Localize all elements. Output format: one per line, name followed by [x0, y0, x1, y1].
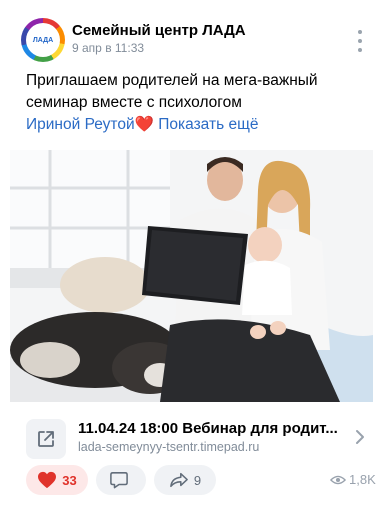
post-actions-bar: 33 9 1,8K [0, 465, 383, 505]
community-name[interactable]: Семейный центр ЛАДА [72, 22, 246, 39]
eye-icon [330, 475, 346, 484]
psychologist-name-link[interactable]: Ириной Реутой [26, 116, 135, 133]
views-count: 1,8K [349, 472, 376, 487]
post-text-line-1: Приглашаем родителей на мега-важный [26, 72, 318, 89]
post-photo[interactable] [10, 150, 373, 402]
community-avatar[interactable]: ЛАДА [21, 18, 65, 62]
comment-button[interactable] [96, 465, 146, 495]
heart-icon [38, 471, 57, 489]
views-counter: 1,8K [330, 472, 376, 487]
post-text: Приглашаем родителей на мега-важный семи… [26, 70, 366, 136]
share-count: 9 [193, 472, 202, 488]
link-card-url: lada-semeynyy-tsentr.timepad.ru [78, 440, 260, 454]
comment-icon [109, 472, 128, 489]
share-button[interactable]: 9 [154, 465, 216, 495]
link-attachment-card[interactable]: 11.04.24 18:00 Вебинар для родит... lada… [0, 405, 383, 465]
avatar-logo-text: ЛАДА [26, 23, 60, 57]
family-photo-illustration [10, 150, 373, 402]
post-text-line-3: Ириной Реутой❤️ Показать ещё [26, 114, 366, 136]
external-link-icon [26, 419, 66, 459]
chevron-right-icon [356, 430, 364, 444]
post-header: ЛАДА Семейный центр ЛАДА 9 апр в 11:33 [0, 0, 383, 66]
link-card-title: 11.04.24 18:00 Вебинар для родит... [78, 420, 338, 437]
like-count: 33 [62, 472, 77, 488]
show-more-link[interactable]: Показать ещё [158, 116, 258, 133]
post-text-line-2: семинар вместе с психологом [26, 94, 242, 111]
heart-emoji-icon: ❤️ [134, 116, 154, 133]
post-date[interactable]: 9 апр в 11:33 [72, 41, 144, 55]
share-icon [170, 472, 188, 488]
more-options-icon[interactable] [350, 30, 370, 52]
like-button[interactable]: 33 [26, 465, 88, 495]
